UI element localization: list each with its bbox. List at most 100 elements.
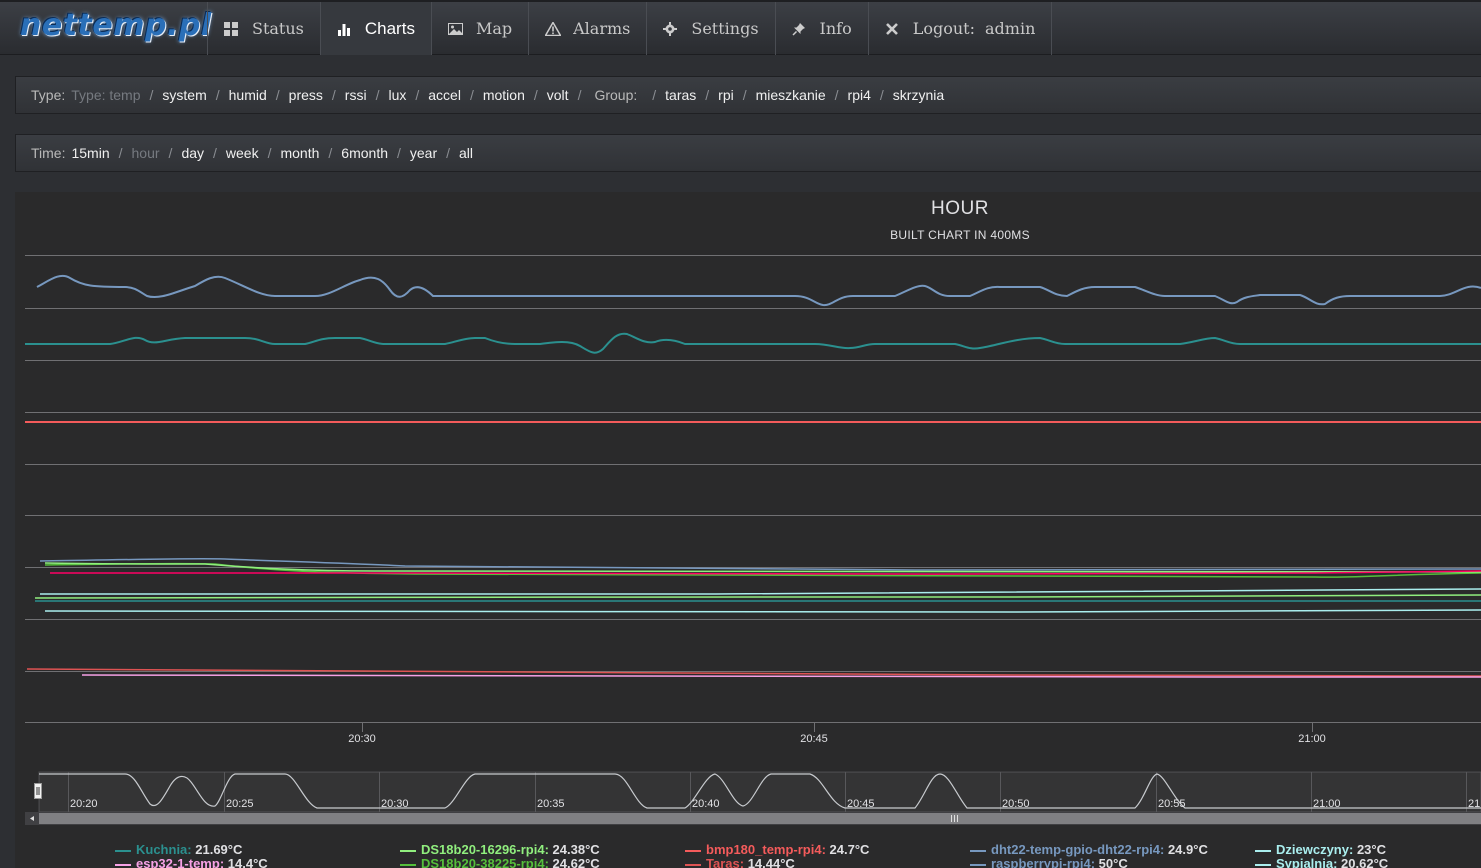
time-label: Time: bbox=[31, 145, 66, 161]
series-lines bbox=[25, 274, 1481, 678]
legend-name: DS18b20-16296-rpi4 bbox=[421, 842, 545, 857]
series-line-teal-green[interactable] bbox=[34, 594, 1481, 599]
legend-item-bmp180[interactable]: bmp180_temp-rpi4: 24.7°C bbox=[685, 842, 869, 857]
legend-value: 21.69°C bbox=[195, 842, 243, 857]
legend-value: 20.62°C bbox=[1341, 856, 1389, 868]
legend-item-dht22[interactable]: dht22-temp-gpio-dht22-rpi4: 24.9°C bbox=[970, 842, 1208, 857]
nav-status-label: Status bbox=[252, 19, 304, 38]
x-tick-label: 20:30 bbox=[348, 733, 376, 745]
time-link-week[interactable]: week bbox=[226, 145, 259, 161]
series-line-dziewczyny[interactable] bbox=[39, 588, 1481, 595]
separator: / bbox=[149, 87, 154, 103]
legend-swatch bbox=[1255, 863, 1271, 866]
series-line-raspberrypi-rpi4[interactable] bbox=[36, 274, 1481, 307]
top-navbar: nettemp.pl Status Charts Map Alarms Sett… bbox=[0, 0, 1481, 55]
legend-name: bmp180_temp-rpi4 bbox=[706, 842, 822, 857]
series-line-kuchnia[interactable] bbox=[25, 332, 1481, 354]
x-tick-label: 20:45 bbox=[800, 733, 828, 745]
time-current: hour bbox=[131, 145, 160, 161]
gridlines bbox=[25, 255, 1481, 723]
legend-item-dziewczyny[interactable]: Dziewczyny: 23°C bbox=[1255, 842, 1386, 857]
separator: / bbox=[118, 145, 123, 161]
legend-name: Taras bbox=[706, 856, 740, 868]
x-tick-marks bbox=[362, 722, 1313, 732]
legend-value: 24.62°C bbox=[552, 856, 600, 868]
legend-name: Kuchnia bbox=[136, 842, 188, 857]
legend-swatch bbox=[685, 849, 701, 852]
legend-value: 24.9°C bbox=[1167, 842, 1208, 857]
nav-alarms-label: Alarms bbox=[573, 19, 631, 38]
legend-item-esp32[interactable]: esp32-1-temp: 14.4°C bbox=[115, 856, 268, 868]
legend-swatch bbox=[685, 863, 701, 866]
bar-chart-icon bbox=[337, 22, 351, 36]
legend-value: 50°C bbox=[1098, 856, 1128, 868]
type-link-motion[interactable]: motion bbox=[483, 87, 525, 103]
type-link-press[interactable]: press bbox=[289, 87, 323, 103]
nav-info[interactable]: Info bbox=[774, 2, 868, 55]
separator: / bbox=[705, 87, 710, 103]
separator: / bbox=[742, 87, 747, 103]
type-link-rssi[interactable]: rssi bbox=[345, 87, 367, 103]
line-chart[interactable]: 20:30 20:45 21:00 bbox=[15, 192, 1481, 868]
close-icon bbox=[885, 22, 899, 36]
main-nav: Status Charts Map Alarms Settings Info L… bbox=[207, 2, 1053, 55]
nav-alarms[interactable]: Alarms bbox=[528, 2, 646, 55]
legend-item-ds18b20-16296[interactable]: DS18b20-16296-rpi4: 24.38°C bbox=[400, 842, 600, 857]
separator: / bbox=[375, 87, 380, 103]
type-current: Type: temp bbox=[71, 87, 141, 103]
type-link-lux[interactable]: lux bbox=[388, 87, 406, 103]
legend-name: esp32-1-temp bbox=[136, 856, 220, 868]
type-link-humid[interactable]: humid bbox=[229, 87, 267, 103]
series-line-ds18b20-38225[interactable] bbox=[44, 562, 1481, 578]
nav-settings[interactable]: Settings bbox=[646, 2, 774, 55]
legend-item-ds18b20-38225[interactable]: DS18b20-38225-rpi4: 24.62°C bbox=[400, 856, 600, 868]
nav-logout-label: Logout: bbox=[912, 19, 975, 38]
time-link-month[interactable]: month bbox=[280, 145, 319, 161]
nav-charts[interactable]: Charts bbox=[319, 2, 431, 55]
legend-name: Dziewczyny bbox=[1276, 842, 1349, 857]
time-link-year[interactable]: year bbox=[410, 145, 437, 161]
legend-colon: : bbox=[1333, 856, 1342, 868]
nav-logout[interactable]: Logout: admin bbox=[867, 2, 1053, 55]
navigator-mask bbox=[39, 772, 1481, 812]
legend-swatch bbox=[400, 863, 416, 866]
group-link-taras[interactable]: taras bbox=[665, 87, 696, 103]
type-link-system[interactable]: system bbox=[162, 87, 206, 103]
group-link-rpi4[interactable]: rpi4 bbox=[848, 87, 871, 103]
chart-panel: HOUR BUILT CHART IN 400MS 20:30 20:45 21… bbox=[15, 192, 1481, 868]
type-link-accel[interactable]: accel bbox=[428, 87, 461, 103]
navigator-scrollbar[interactable] bbox=[25, 812, 1481, 825]
legend-item-kuchnia[interactable]: Kuchnia: 21.69°C bbox=[115, 842, 242, 857]
type-link-volt[interactable]: volt bbox=[547, 87, 569, 103]
legend-swatch bbox=[1255, 849, 1271, 852]
legend-value: 24.38°C bbox=[552, 842, 600, 857]
series-line-ds18b20-16296[interactable] bbox=[44, 562, 1481, 574]
legend-item-taras[interactable]: Taras: 14.44°C bbox=[685, 856, 795, 868]
nav-status[interactable]: Status bbox=[207, 2, 320, 55]
navigator[interactable]: 20:20 20:25 20:30 20:35 20:40 20:45 20:5… bbox=[34, 771, 1481, 813]
group-link-rpi[interactable]: rpi bbox=[718, 87, 734, 103]
series-line-sypialnia[interactable] bbox=[44, 609, 1481, 613]
navigator-handle-left[interactable] bbox=[34, 783, 42, 799]
time-link-6month[interactable]: 6month bbox=[341, 145, 388, 161]
time-link-15min[interactable]: 15min bbox=[71, 145, 109, 161]
legend-item-raspberrypi[interactable]: raspberrypi-rpi4: 50°C bbox=[970, 856, 1128, 868]
group-link-mieszkanie[interactable]: mieszkanie bbox=[756, 87, 826, 103]
group-link-skrzynia[interactable]: skrzynia bbox=[893, 87, 944, 103]
separator: / bbox=[879, 87, 884, 103]
legend-name: DS18b20-38225-rpi4 bbox=[421, 856, 545, 868]
brand-logo[interactable]: nettemp.pl bbox=[20, 4, 212, 48]
warning-icon bbox=[545, 21, 562, 36]
legend-item-sypialnia[interactable]: Sypialnia: 20.62°C bbox=[1255, 856, 1388, 868]
time-link-day[interactable]: day bbox=[181, 145, 204, 161]
legend-colon: : bbox=[1090, 856, 1099, 868]
separator: / bbox=[267, 145, 272, 161]
legend-swatch bbox=[970, 863, 986, 866]
legend-swatch bbox=[115, 849, 131, 852]
nav-map-label: Map bbox=[475, 19, 513, 38]
legend-value: 14.44°C bbox=[747, 856, 795, 868]
time-link-all[interactable]: all bbox=[459, 145, 473, 161]
scrollbar-thumb[interactable] bbox=[39, 813, 1481, 824]
nav-map[interactable]: Map bbox=[430, 2, 528, 55]
legend-colon: : bbox=[544, 842, 553, 857]
